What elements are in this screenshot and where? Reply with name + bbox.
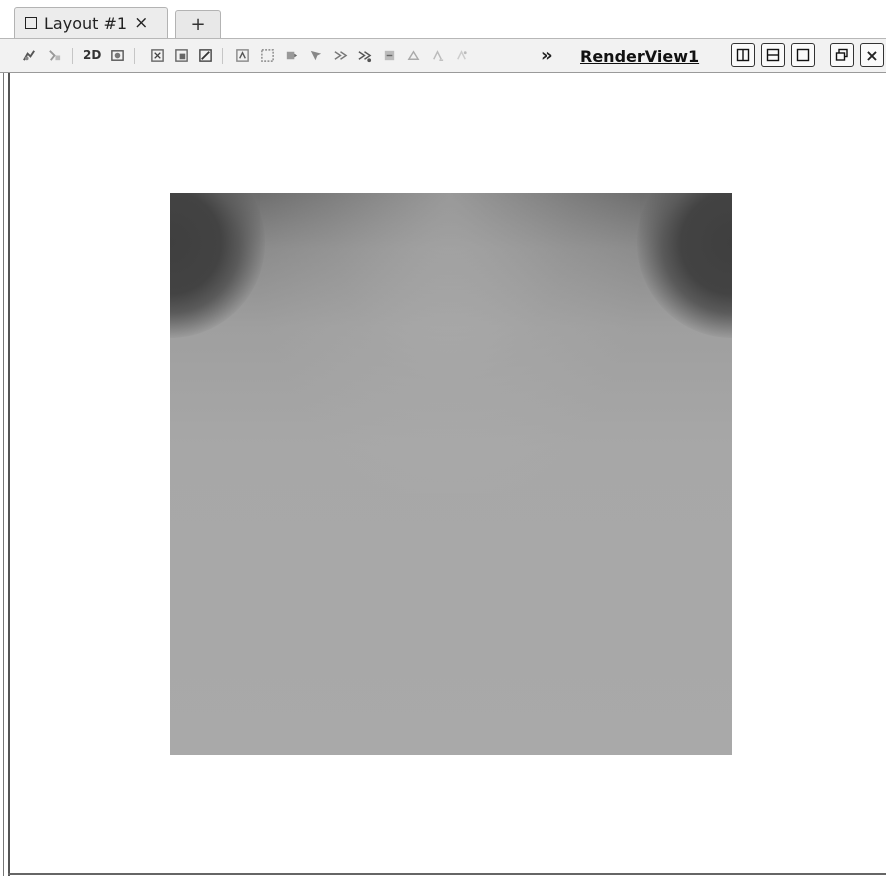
plot-highlight-region <box>260 193 640 493</box>
toggle-2d-3d-button[interactable]: 2D <box>83 48 101 62</box>
tab-close-icon[interactable]: × <box>134 14 148 32</box>
tab-label: Layout #1 <box>44 13 128 33</box>
view-title-label[interactable]: RenderView1 <box>580 47 699 66</box>
plot-dark-corner-right <box>637 193 732 338</box>
rendered-field-plot <box>170 193 732 755</box>
select-cells-polygon-icon[interactable] <box>260 48 275 63</box>
hover-points-icon[interactable] <box>357 48 372 63</box>
split-horizontal-icon <box>736 48 750 62</box>
maximize-button[interactable] <box>791 43 815 67</box>
hover-cells-icon[interactable] <box>382 48 397 63</box>
toolbar-separator <box>222 48 223 64</box>
select-points-on-icon[interactable] <box>174 48 189 63</box>
view-toolbar: 2D » RenderView1 × <box>0 39 886 73</box>
split-horizontal-button[interactable] <box>731 43 755 67</box>
select-block-icon[interactable] <box>406 48 421 63</box>
panel-left-border <box>3 40 4 876</box>
interactive-select-points-icon[interactable] <box>333 48 348 63</box>
toolbar-separator <box>134 48 135 64</box>
capture-screenshot-icon[interactable] <box>110 48 125 63</box>
zoom-to-data-icon[interactable] <box>47 48 62 63</box>
layout-tab-bar: Layout #1 × + <box>0 0 886 40</box>
select-cells-on-icon[interactable] <box>150 48 165 63</box>
render-view-bottom-border <box>8 873 886 875</box>
undock-icon <box>835 48 848 61</box>
toolbar-overflow-button[interactable]: » <box>541 45 553 66</box>
toolbar-separator <box>72 48 73 64</box>
split-vertical-icon <box>766 48 780 62</box>
select-points-polygon-icon[interactable] <box>284 48 299 63</box>
grow-selection-icon[interactable] <box>430 48 445 63</box>
tab-layout-1[interactable]: Layout #1 × <box>14 7 168 38</box>
shrink-selection-icon[interactable] <box>454 48 469 63</box>
split-vertical-button[interactable] <box>761 43 785 67</box>
add-layout-tab-button[interactable]: + <box>175 10 221 38</box>
interactive-select-cells-icon[interactable] <box>308 48 323 63</box>
select-cells-through-icon[interactable] <box>198 48 213 63</box>
maximize-icon <box>796 48 810 62</box>
select-points-through-icon[interactable] <box>235 48 250 63</box>
reset-camera-icon[interactable] <box>22 48 37 63</box>
close-view-icon: × <box>865 45 879 65</box>
undock-button[interactable] <box>830 43 854 67</box>
layout-icon <box>25 17 37 29</box>
plot-dark-corner-left <box>170 193 265 338</box>
close-view-button[interactable]: × <box>860 43 884 67</box>
